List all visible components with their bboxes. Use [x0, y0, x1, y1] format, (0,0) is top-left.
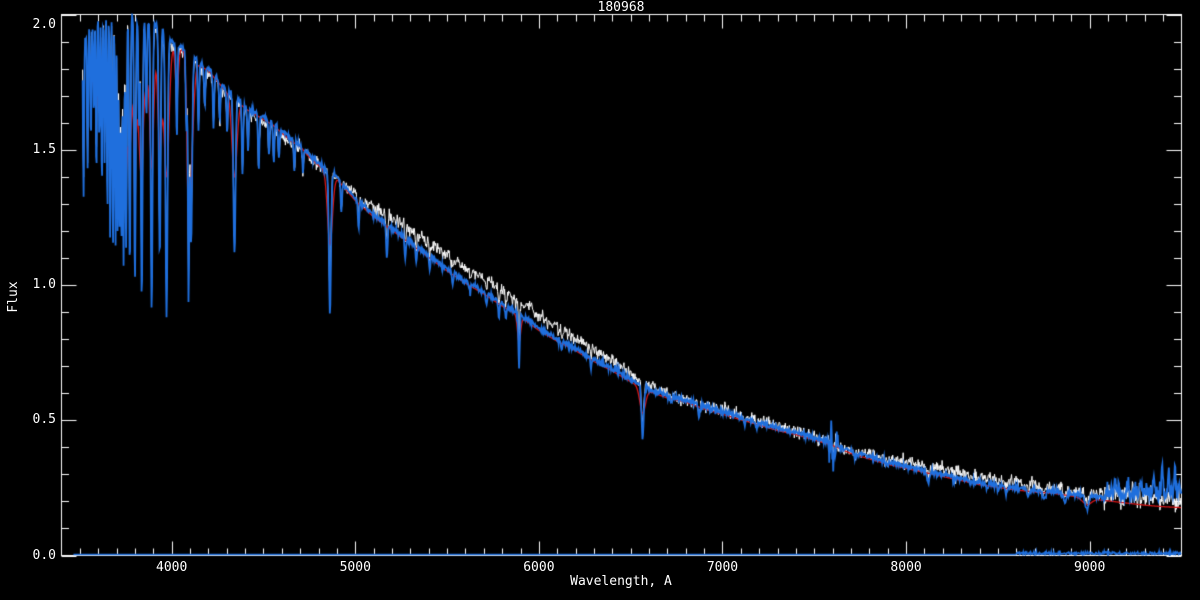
spectrum-figure: 180968 Flux Wavelength, A 2.0 1.5 1.0 0.5 0.…	[0, 0, 1200, 600]
y-tick-label: 1.5	[32, 141, 56, 157]
y-tick-label: 0.0	[32, 547, 56, 563]
x-tick-label: 7000	[706, 560, 739, 575]
plot-title: 180968	[597, 0, 645, 15]
x-tick-label: 9000	[1074, 560, 1106, 575]
x-axis-label: Wavelength, A	[570, 574, 672, 589]
spectrum-plot-canvas	[0, 0, 1200, 600]
x-tick-label: 4000	[156, 560, 188, 575]
y-tick-label: 0.5	[32, 412, 56, 428]
x-tick-label: 8000	[890, 560, 922, 575]
y-tick-label: 2.0	[32, 16, 56, 32]
y-tick-label: 1.0	[32, 277, 56, 292]
x-tick-label: 5000	[339, 560, 371, 575]
x-tick-label: 6000	[523, 560, 555, 575]
